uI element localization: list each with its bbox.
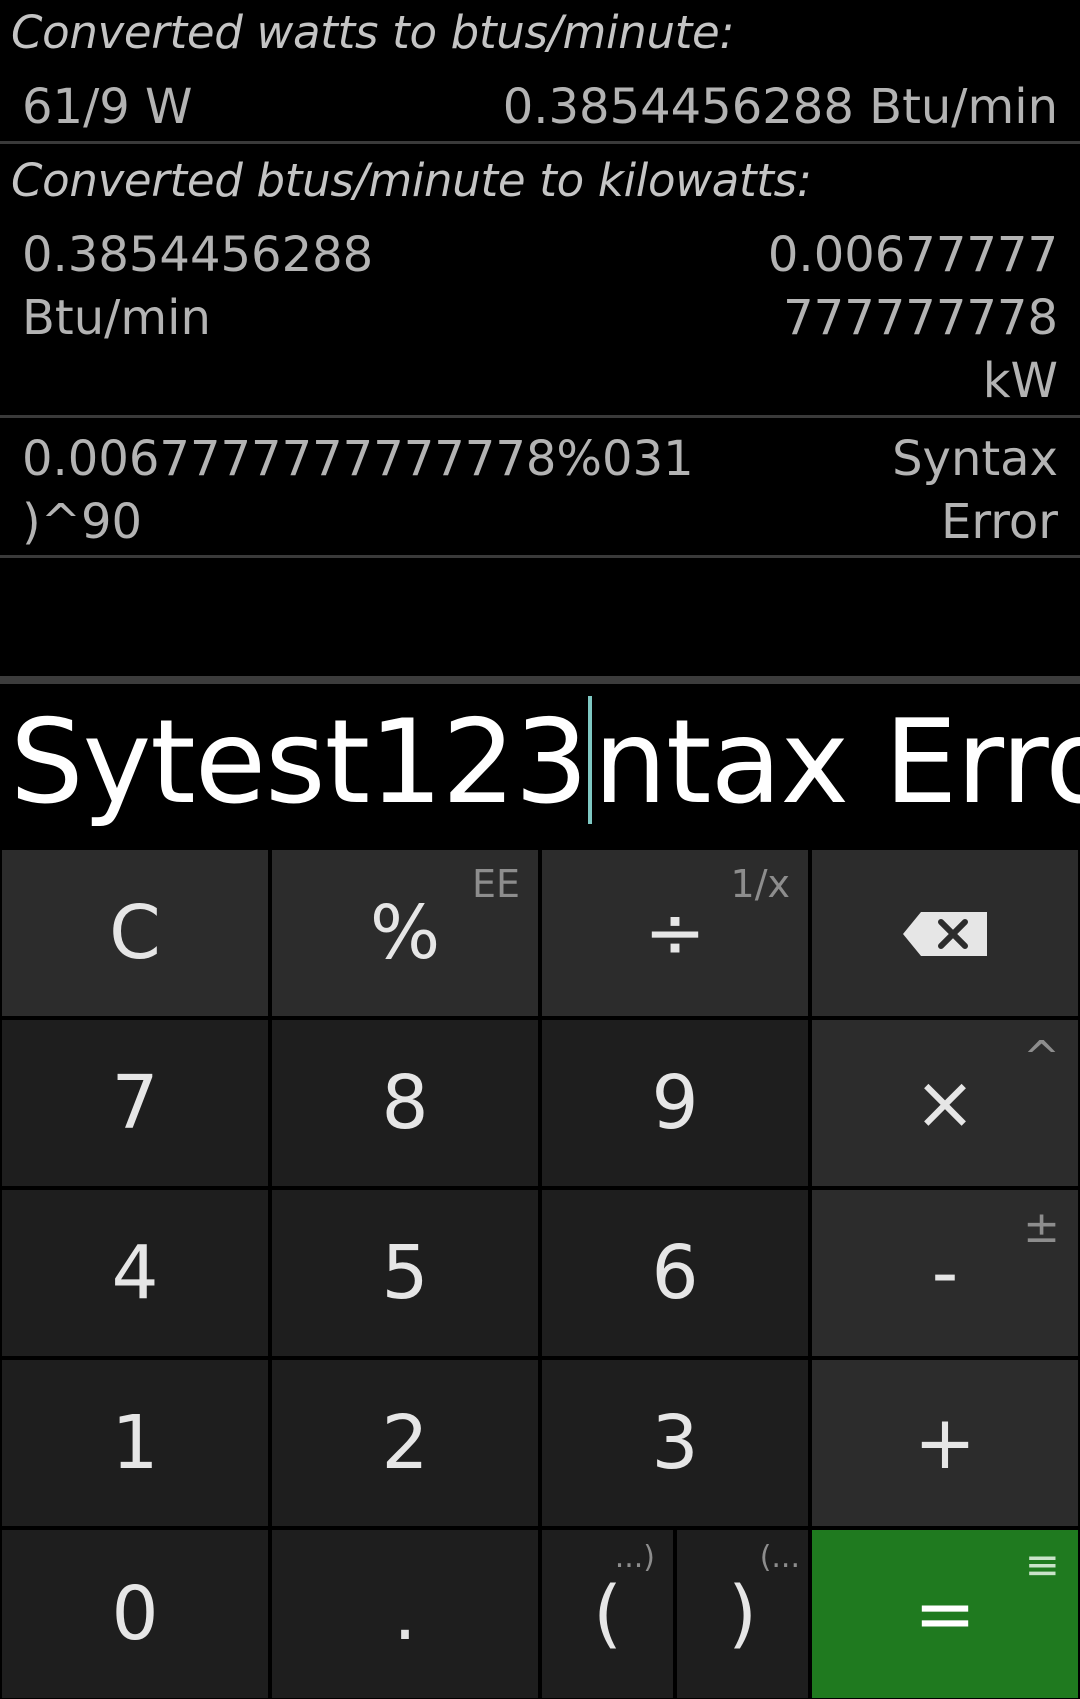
power-label: ^ <box>1023 1032 1060 1083</box>
reciprocal-label: 1/x <box>730 862 790 906</box>
open-paren-button[interactable]: ( ...) <box>542 1530 673 1698</box>
digit-7-button[interactable]: 7 <box>2 1020 268 1186</box>
history-input[interactable]: 61/9 W <box>22 76 193 139</box>
decimal-point-label: . <box>393 1571 417 1657</box>
clear-button[interactable]: C <box>2 850 268 1016</box>
digit-2-button[interactable]: 2 <box>272 1360 538 1526</box>
history-panel[interactable]: Converted watts to btus/minute: 61/9 W 0… <box>0 0 1080 678</box>
digit-1-button[interactable]: 1 <box>2 1360 268 1526</box>
history-entry-title: Converted watts to btus/minute: <box>11 6 735 59</box>
history-entry[interactable]: Converted watts to btus/minute: 61/9 W 0… <box>0 0 1080 144</box>
history-result-line: kW <box>982 353 1058 409</box>
percent-button[interactable]: % EE <box>272 850 538 1016</box>
equals-button[interactable]: = ≡ <box>812 1530 1078 1698</box>
expression-text[interactable]: Sytest123ntax Error <box>10 688 1080 838</box>
digit-3-button[interactable]: 3 <box>542 1360 808 1526</box>
history-result[interactable]: 0.3854456288 Btu/min <box>503 76 1058 139</box>
digit-8-button[interactable]: 8 <box>272 1020 538 1186</box>
text-cursor <box>588 696 593 824</box>
digit-7-label: 7 <box>111 1060 159 1146</box>
digit-6-button[interactable]: 6 <box>542 1190 808 1356</box>
history-result-line: 0.00677777 <box>767 227 1058 283</box>
close-paren-label: ) <box>728 1571 757 1657</box>
backspace-icon <box>901 890 989 976</box>
plus-button[interactable]: + <box>812 1360 1078 1526</box>
clear-label: C <box>109 890 161 976</box>
divide-button[interactable]: ÷ 1/x <box>542 850 808 1016</box>
menu-icon: ≡ <box>1024 1540 1060 1589</box>
history-input-line: Btu/min <box>22 290 211 346</box>
minus-label: - <box>931 1230 959 1316</box>
history-result[interactable]: 0.00677777 777777778 kW <box>768 224 1058 413</box>
digit-5-label: 5 <box>381 1230 429 1316</box>
open-paren-hint: ...) <box>614 1540 655 1575</box>
minus-button[interactable]: - ± <box>812 1190 1078 1356</box>
expression-display[interactable]: Sytest123ntax Error <box>0 684 1080 848</box>
multiply-button[interactable]: × ^ <box>812 1020 1078 1186</box>
plus-minus-label: ± <box>1023 1202 1060 1253</box>
history-result-line: Error <box>941 494 1058 550</box>
digit-6-label: 6 <box>651 1230 699 1316</box>
history-input-line: 0.0067777777777778%031 <box>22 431 694 487</box>
divide-label: ÷ <box>643 890 706 976</box>
digit-9-label: 9 <box>651 1060 699 1146</box>
history-input-line: 0.3854456288 <box>22 227 374 283</box>
backspace-button[interactable] <box>812 850 1078 1016</box>
multiply-label: × <box>913 1060 976 1146</box>
digit-2-label: 2 <box>381 1400 429 1486</box>
digit-4-label: 4 <box>111 1230 159 1316</box>
history-input[interactable]: 0.3854456288 Btu/min <box>22 224 373 350</box>
ee-label: EE <box>471 862 520 906</box>
digit-4-button[interactable]: 4 <box>2 1190 268 1356</box>
open-paren-label: ( <box>593 1571 622 1657</box>
history-result-line: Syntax <box>892 431 1058 487</box>
digit-1-label: 1 <box>111 1400 159 1486</box>
digit-8-label: 8 <box>381 1060 429 1146</box>
digit-0-label: 0 <box>111 1571 159 1657</box>
keypad: C % EE ÷ 1/x 7 8 9 × ^ 4 5 6 - ± 1 2 3 +… <box>0 848 1080 1699</box>
decimal-point-button[interactable]: . <box>272 1530 538 1698</box>
history-entry[interactable]: Converted btus/minute to kilowatts: 0.38… <box>0 144 1080 418</box>
digit-5-button[interactable]: 5 <box>272 1190 538 1356</box>
plus-label: + <box>913 1400 976 1486</box>
history-result-line: 777777778 <box>783 290 1058 346</box>
digit-0-button[interactable]: 0 <box>2 1530 268 1698</box>
history-input[interactable]: 0.0067777777777778%031 )^90 <box>22 428 694 554</box>
display-divider <box>0 676 1080 684</box>
history-input-line: )^90 <box>22 494 143 550</box>
digit-3-label: 3 <box>651 1400 699 1486</box>
history-entry-title: Converted btus/minute to kilowatts: <box>11 154 812 207</box>
equals-label: = <box>913 1571 976 1657</box>
close-paren-button[interactable]: ) (... <box>677 1530 808 1698</box>
close-paren-hint: (... <box>759 1540 800 1575</box>
expression-before-cursor: Sytest123 <box>10 695 588 830</box>
expression-after-cursor: ntax Error <box>593 695 1080 830</box>
percent-label: % <box>369 890 441 976</box>
digit-9-button[interactable]: 9 <box>542 1020 808 1186</box>
history-result[interactable]: Syntax Error <box>892 428 1058 554</box>
history-entry[interactable]: 0.0067777777777778%031 )^90 Syntax Error <box>0 418 1080 558</box>
